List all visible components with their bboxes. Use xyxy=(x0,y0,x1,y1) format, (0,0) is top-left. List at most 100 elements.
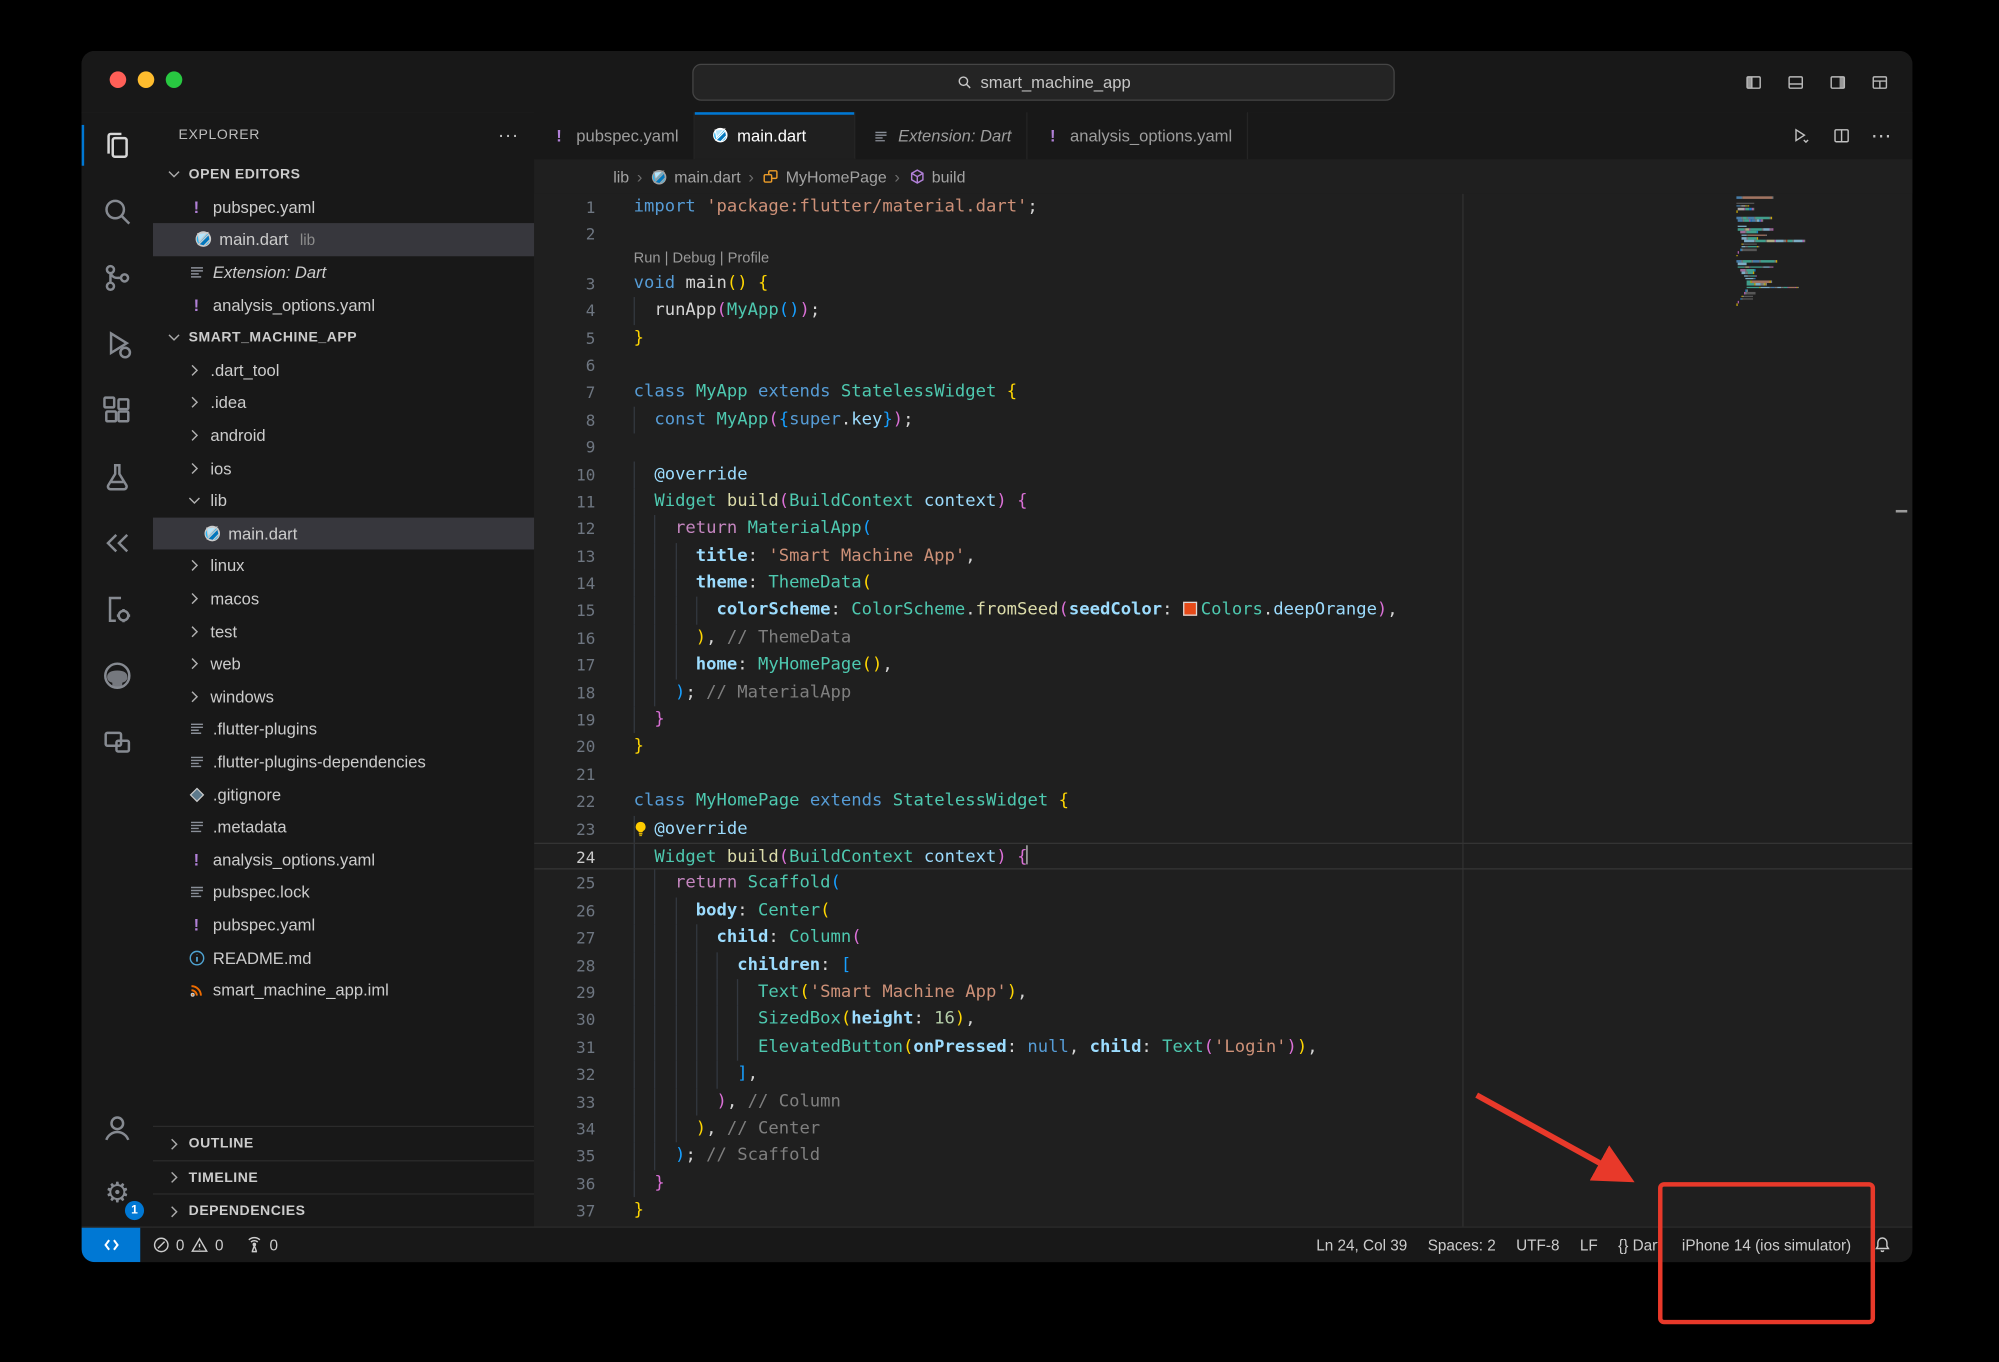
line-number[interactable]: 12 xyxy=(534,515,595,542)
breadcrumb-item-MyHomePage[interactable]: MyHomePage xyxy=(762,167,887,186)
line-number[interactable]: 10 xyxy=(534,461,595,488)
toggle-panel-icon[interactable] xyxy=(1780,66,1811,97)
tree-file--flutter-plugins[interactable]: .flutter-plugins xyxy=(153,713,534,746)
close-window-button[interactable] xyxy=(110,71,127,88)
line-number[interactable]: 34 xyxy=(534,1115,595,1142)
status-cursor-position[interactable]: Ln 24, Col 39 xyxy=(1306,1228,1417,1262)
open-editor-item[interactable]: main.dartlib xyxy=(153,223,534,256)
tree-file-analysis-options-yaml[interactable]: !analysis_options.yaml xyxy=(153,843,534,876)
line-number[interactable]: 25 xyxy=(534,870,595,897)
line-number[interactable]: 33 xyxy=(534,1088,595,1115)
activity-bar-item-accounts[interactable] xyxy=(82,1095,153,1161)
views-and-more-actions-icon[interactable]: ··· xyxy=(498,124,519,146)
line-number[interactable]: 15 xyxy=(534,597,595,624)
tree-folder-web[interactable]: web xyxy=(153,648,534,681)
run-or-debug-icon[interactable] xyxy=(1787,123,1812,148)
activity-bar-item-run-and-debug[interactable] xyxy=(82,311,153,377)
line-number[interactable]: 28 xyxy=(534,952,595,979)
tree-file--flutter-plugins-dependencies[interactable]: .flutter-plugins-dependencies xyxy=(153,745,534,778)
breadcrumb-item-main-dart[interactable]: main.dart xyxy=(650,167,741,186)
line-number[interactable]: 27 xyxy=(534,925,595,952)
section-header-timeline[interactable]: TIMELINE xyxy=(153,1160,534,1194)
status-device-selector[interactable]: iPhone 14 (ios simulator) xyxy=(1672,1228,1862,1262)
line-number[interactable]: 6 xyxy=(534,352,595,379)
line-number[interactable]: 35 xyxy=(534,1143,595,1170)
back-arrow-icon[interactable] xyxy=(609,66,640,97)
section-header-outline[interactable]: OUTLINE xyxy=(153,1126,534,1160)
breadcrumb-item-lib[interactable]: lib xyxy=(613,168,629,186)
line-number[interactable]: 1 xyxy=(534,194,595,221)
status-encoding[interactable]: UTF-8 xyxy=(1506,1228,1570,1262)
code-editor[interactable]: 1import 'package:flutter/material.dart';… xyxy=(534,194,1912,1228)
tree-folder-windows[interactable]: windows xyxy=(153,680,534,713)
tab-main-dart[interactable]: main.dart xyxy=(695,112,856,159)
section-header-dependencies[interactable]: DEPENDENCIES xyxy=(153,1194,534,1228)
status-ports[interactable]: 0 xyxy=(234,1228,288,1262)
line-number[interactable]: 30 xyxy=(534,1006,595,1033)
line-number[interactable]: 16 xyxy=(534,625,595,652)
line-number[interactable]: 19 xyxy=(534,706,595,733)
line-number[interactable]: 31 xyxy=(534,1034,595,1061)
open-editor-item[interactable]: Extension: Dart xyxy=(153,256,534,289)
minimize-window-button[interactable] xyxy=(138,71,155,88)
activity-bar-item-testing[interactable] xyxy=(82,444,153,510)
activity-bar-item-extensions[interactable] xyxy=(82,377,153,443)
tree-folder--idea[interactable]: .idea xyxy=(153,386,534,419)
line-number[interactable]: 17 xyxy=(534,652,595,679)
tree-file-README-md[interactable]: README.md xyxy=(153,941,534,974)
activity-bar-item-references[interactable] xyxy=(82,510,153,576)
activity-bar-item-project-manager[interactable] xyxy=(82,576,153,642)
open-editor-item[interactable]: !analysis_options.yaml xyxy=(153,289,534,322)
activity-bar-item-remote-explorer[interactable] xyxy=(82,709,153,775)
line-number[interactable]: 4 xyxy=(534,297,595,324)
activity-bar-item-settings[interactable]: ⚙1 xyxy=(82,1161,153,1227)
command-center-search[interactable]: smart_machine_app xyxy=(692,64,1394,101)
status-notifications[interactable] xyxy=(1861,1228,1902,1262)
status-indentation[interactable]: Spaces: 2 xyxy=(1417,1228,1505,1262)
close-icon[interactable] xyxy=(819,124,839,147)
tab-analysis-options-yaml[interactable]: !analysis_options.yaml xyxy=(1028,112,1249,159)
status-language-mode[interactable]: {} Dart xyxy=(1608,1228,1672,1262)
codelens-run-debug-profile[interactable]: Run | Debug | Profile xyxy=(534,248,1912,270)
section-header-open-editors[interactable]: OPEN EDITORS xyxy=(153,158,534,191)
tree-file-pubspec-yaml[interactable]: !pubspec.yaml xyxy=(153,909,534,942)
lightbulb-icon[interactable] xyxy=(631,819,651,839)
line-number[interactable]: 24 xyxy=(534,844,595,869)
status-eol[interactable]: LF xyxy=(1570,1228,1608,1262)
line-number[interactable]: 21 xyxy=(534,761,595,788)
line-number[interactable]: 11 xyxy=(534,488,595,515)
customize-layout-icon[interactable] xyxy=(1864,66,1895,97)
tree-folder-lib[interactable]: lib xyxy=(153,484,534,517)
section-header-project[interactable]: SMART_MACHINE_APP xyxy=(153,321,534,354)
remote-indicator[interactable] xyxy=(82,1228,141,1262)
tab-Extension-Dart[interactable]: Extension: Dart xyxy=(856,112,1028,159)
split-editor-icon[interactable] xyxy=(1828,123,1853,148)
open-editor-item[interactable]: !pubspec.yaml xyxy=(153,191,534,224)
tree-file-pubspec-lock[interactable]: pubspec.lock xyxy=(153,876,534,909)
line-number[interactable]: 22 xyxy=(534,788,595,815)
line-number[interactable]: 20 xyxy=(534,734,595,761)
line-number[interactable]: 7 xyxy=(534,379,595,406)
toggle-primary-sidebar-icon[interactable] xyxy=(1738,66,1769,97)
tree-file-main-dart[interactable]: main.dart xyxy=(153,517,534,550)
minimap[interactable] xyxy=(1736,196,1846,309)
tree-folder--dart-tool[interactable]: .dart_tool xyxy=(153,354,534,387)
line-number[interactable]: 29 xyxy=(534,979,595,1006)
tree-folder-macos[interactable]: macos xyxy=(153,582,534,615)
line-number[interactable]: 13 xyxy=(534,543,595,570)
activity-bar-item-search[interactable] xyxy=(82,178,153,244)
close-icon[interactable] xyxy=(166,229,186,249)
tree-file-smart-machine-app-iml[interactable]: smart_machine_app.iml xyxy=(153,974,534,1007)
breadcrumb-item-build[interactable]: build xyxy=(908,167,966,186)
line-number[interactable]: 8 xyxy=(534,406,595,433)
more-actions-icon[interactable]: ⋯ xyxy=(1869,123,1894,148)
line-number[interactable]: 32 xyxy=(534,1061,595,1088)
line-number[interactable]: 2 xyxy=(534,221,595,248)
toggle-secondary-sidebar-icon[interactable] xyxy=(1822,66,1853,97)
tree-folder-ios[interactable]: ios xyxy=(153,452,534,485)
tree-file--gitignore[interactable]: .gitignore xyxy=(153,778,534,811)
tree-file--metadata[interactable]: .metadata xyxy=(153,811,534,844)
tree-folder-test[interactable]: test xyxy=(153,615,534,648)
tab-pubspec-yaml[interactable]: !pubspec.yaml xyxy=(534,112,695,159)
line-number[interactable]: 14 xyxy=(534,570,595,597)
